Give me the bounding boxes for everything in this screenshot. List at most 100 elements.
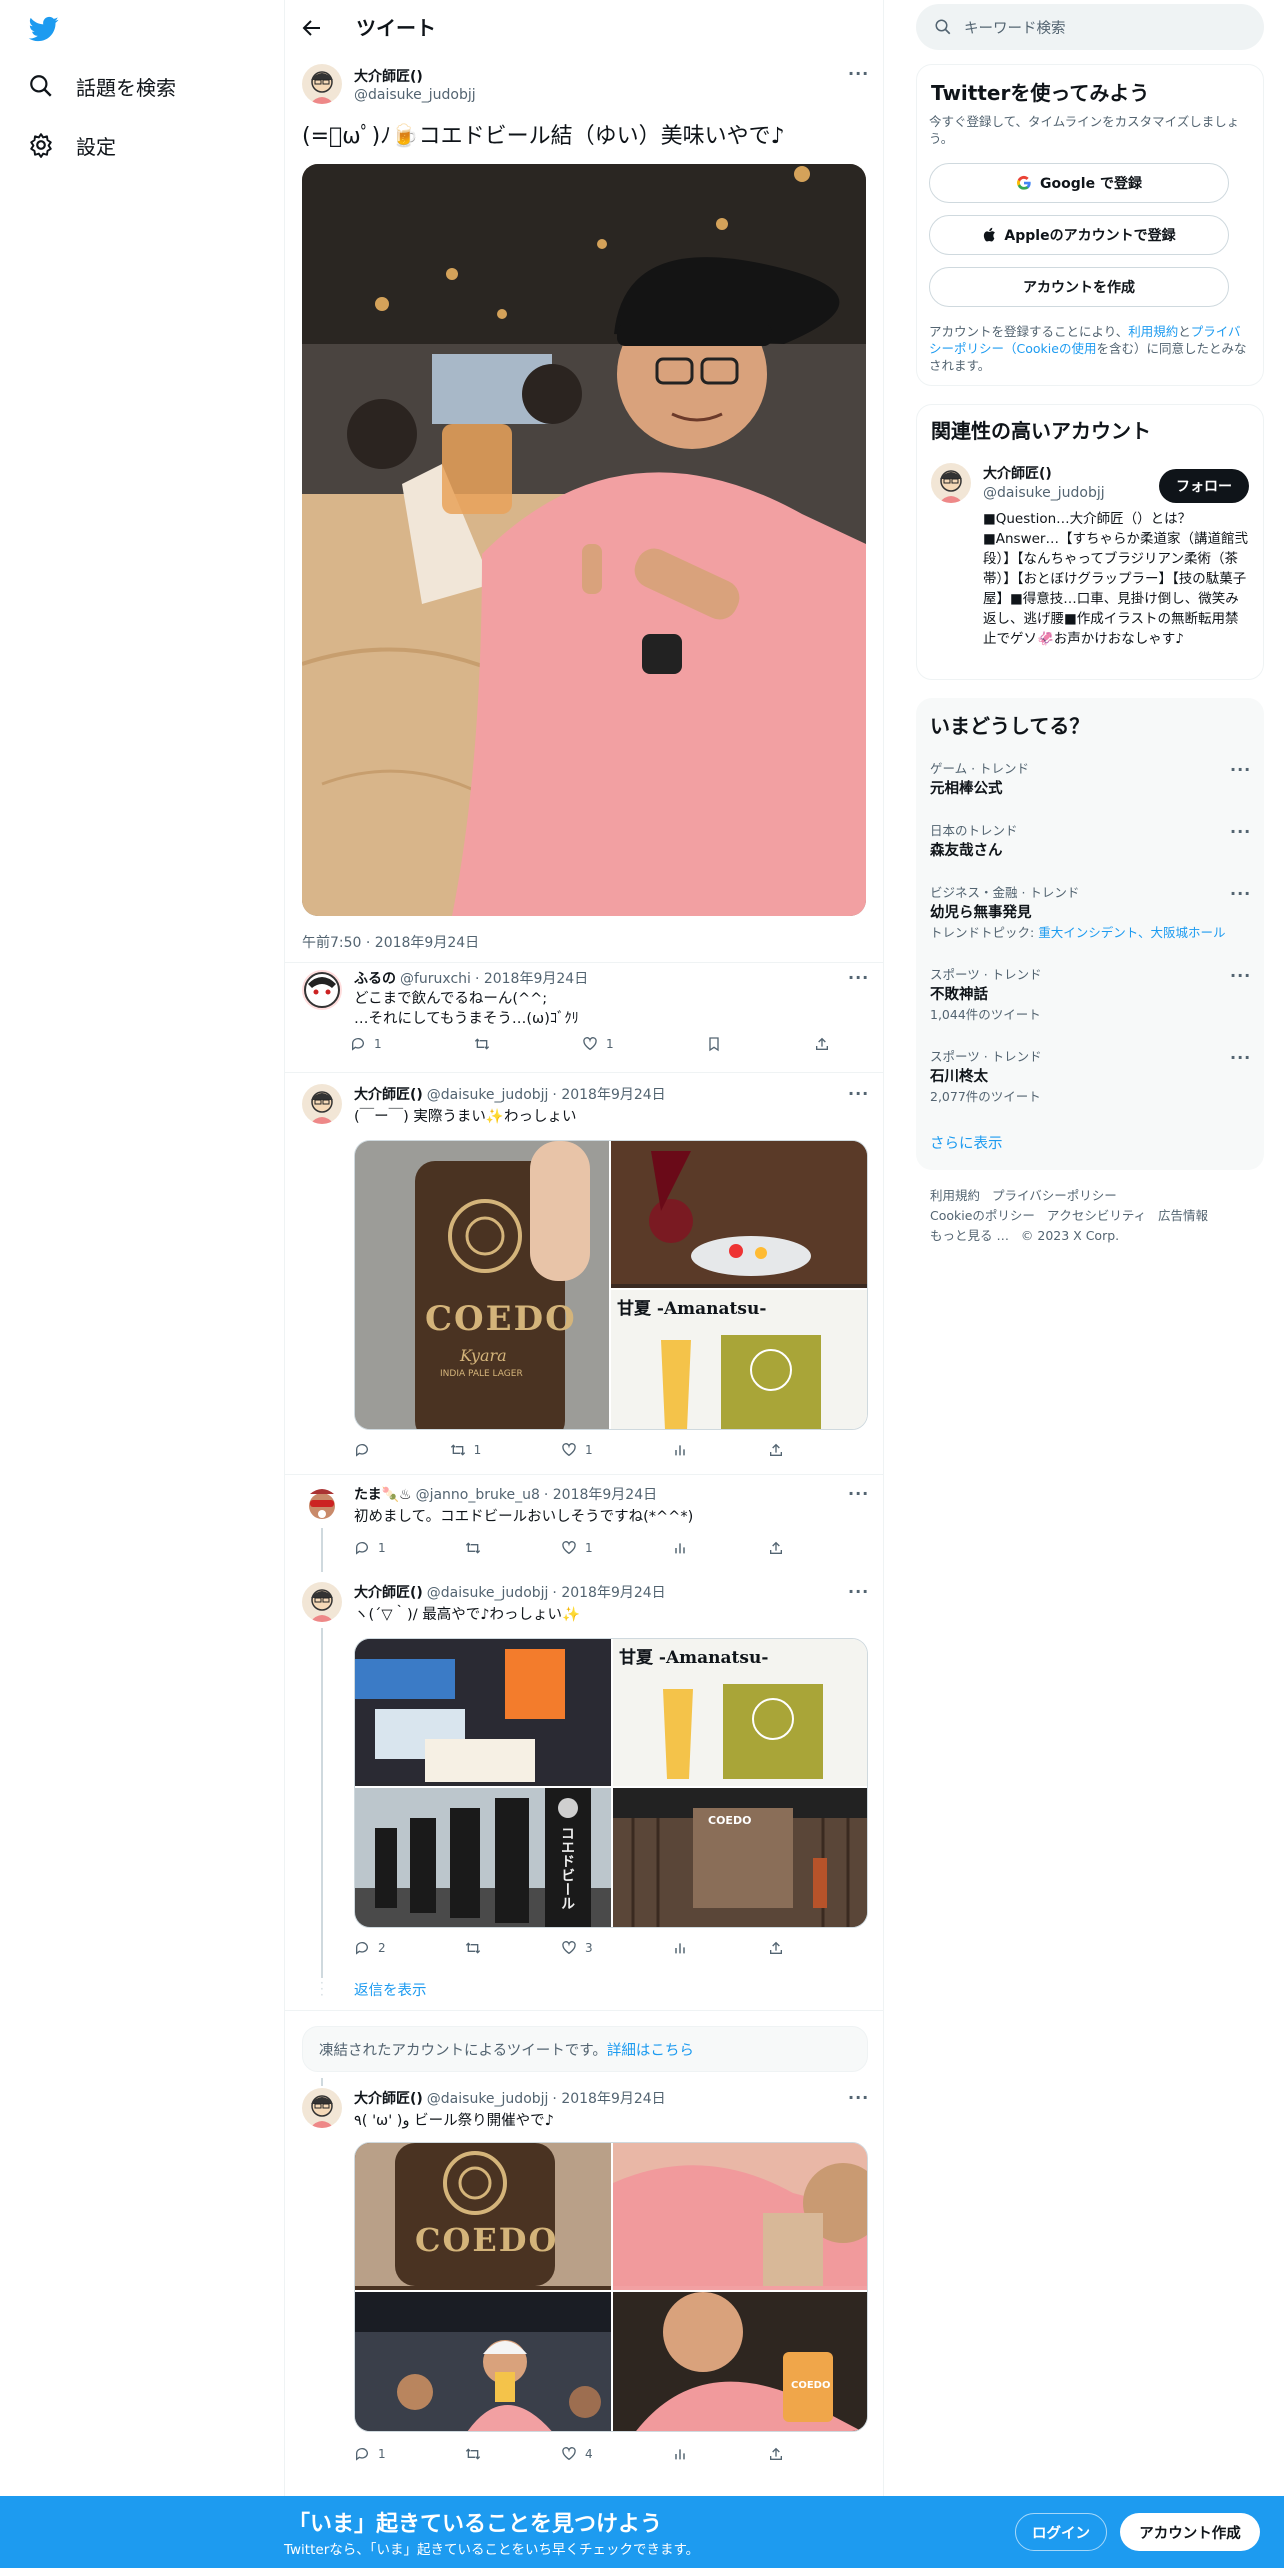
photo-can[interactable]: COEDO	[355, 2143, 611, 2290]
trend-topic-link[interactable]: 重大インシデント、大阪城ホール	[1038, 925, 1225, 940]
avatar[interactable]	[302, 1484, 342, 1524]
photo-bar-counter[interactable]	[355, 1639, 611, 1786]
more-icon[interactable]: ···	[848, 1582, 869, 1601]
more-icon[interactable]: ···	[848, 1084, 869, 1103]
search-bar[interactable]: キーワード検索	[916, 4, 1264, 50]
more-icon[interactable]: ···	[1230, 822, 1251, 841]
reply-handle[interactable]: @daisuke_judobjj	[427, 1087, 549, 1103]
avatar[interactable]	[302, 1582, 342, 1622]
retweet-button[interactable]	[465, 1540, 481, 1556]
photo-banners[interactable]: コエドビール	[355, 1788, 611, 1927]
cookie-link[interactable]: （Cookieの使用	[1004, 341, 1096, 356]
reply-button[interactable]: 1	[350, 1036, 382, 1052]
like-button[interactable]: 1	[561, 1540, 593, 1556]
photo-amanatsu[interactable]: 甘夏 -Amanatsu-	[611, 1290, 867, 1429]
photo-crowd[interactable]	[355, 2292, 611, 2431]
avatar[interactable]	[302, 970, 342, 1010]
bookmark-button[interactable]	[706, 1036, 722, 1052]
analytics-button[interactable]	[672, 2446, 688, 2462]
analytics-button[interactable]	[672, 1442, 688, 1458]
footer-more-link[interactable]: もっと見る …	[930, 1228, 1009, 1243]
reply-handle[interactable]: @daisuke_judobjj	[427, 1585, 549, 1601]
main-tweet-timestamp[interactable]: 午前7:50 · 2018年9月24日	[302, 932, 479, 952]
footer-terms-link[interactable]: 利用規約	[930, 1188, 980, 1203]
back-arrow-icon[interactable]	[300, 16, 324, 40]
show-replies-link[interactable]: 返信を表示	[354, 1979, 427, 2000]
login-button[interactable]: ログイン	[1015, 2513, 1107, 2551]
main-tweet-name[interactable]: 大介師匠()	[354, 66, 423, 86]
share-button[interactable]	[768, 1540, 784, 1556]
reply-handle[interactable]: @janno_bruke_u8	[416, 1487, 540, 1503]
trend-item[interactable]: 日本のトレンド 森友哉さん	[930, 820, 1250, 860]
photo-can[interactable]: COEDO Kyara INDIA PALE LAGER	[355, 1141, 609, 1429]
reply-name[interactable]: ふるの	[354, 968, 396, 988]
more-icon[interactable]: ···	[848, 2088, 869, 2107]
photo-amanatsu[interactable]: 甘夏 -Amanatsu-	[613, 1639, 867, 1786]
like-button[interactable]: 1	[582, 1036, 614, 1052]
like-button[interactable]: 4	[561, 2446, 593, 2462]
more-icon[interactable]: ···	[1230, 1048, 1251, 1067]
related-handle[interactable]: @daisuke_judobjj	[983, 485, 1105, 501]
media-grid[interactable]: COEDO COEDO	[354, 2142, 868, 2432]
nav-settings[interactable]: 設定	[28, 125, 116, 165]
like-button[interactable]: 3	[561, 1940, 593, 1956]
related-name[interactable]: 大介師匠()	[983, 463, 1052, 483]
reply-date[interactable]: · 2018年9月24日	[552, 2088, 665, 2108]
reply-date[interactable]: · 2018年9月24日	[552, 1582, 665, 1602]
media-grid[interactable]: 甘夏 -Amanatsu- コエドビール COEDO	[354, 1638, 868, 1928]
trend-item[interactable]: ゲーム · トレンド 元相棒公式	[930, 758, 1250, 798]
create-account-button[interactable]: アカウントを作成	[929, 267, 1229, 307]
media-grid[interactable]: COEDO Kyara INDIA PALE LAGER 甘夏 -Amanats…	[354, 1140, 868, 1430]
avatar[interactable]	[302, 64, 342, 104]
reply-button[interactable]	[354, 1442, 370, 1458]
avatar[interactable]	[302, 1084, 342, 1124]
trend-item[interactable]: スポーツ · トレンド 石川柊太 2,077件のツイート	[930, 1046, 1250, 1105]
terms-link[interactable]: 利用規約	[1128, 324, 1178, 339]
more-icon[interactable]: ···	[1230, 884, 1251, 903]
retweet-button[interactable]	[474, 1036, 490, 1052]
main-tweet-handle[interactable]: @daisuke_judobjj	[354, 87, 476, 103]
share-button[interactable]	[814, 1036, 830, 1052]
analytics-button[interactable]	[672, 1540, 688, 1556]
avatar[interactable]	[931, 463, 971, 503]
more-icon[interactable]: ···	[1230, 966, 1251, 985]
reply-name[interactable]: 大介師匠()	[354, 2088, 423, 2108]
signup-button[interactable]: アカウント作成	[1120, 2513, 1260, 2551]
like-button[interactable]: 1	[561, 1442, 593, 1458]
photo-glasses[interactable]	[611, 1141, 867, 1288]
search-input[interactable]: キーワード検索	[964, 17, 1066, 38]
reply-button[interactable]: 1	[354, 2446, 386, 2462]
trend-item[interactable]: ビジネス・金融 · トレンド 幼児ら無事発見 トレンドトピック: 重大インシデン…	[930, 882, 1260, 941]
photo-shop[interactable]: COEDO	[613, 1788, 867, 1927]
reply-handle[interactable]: @daisuke_judobjj	[427, 2091, 549, 2107]
reply-name[interactable]: たま🍡♨	[354, 1484, 412, 1504]
reply-date[interactable]: · 2018年9月24日	[475, 968, 588, 988]
reply-date[interactable]: · 2018年9月24日	[552, 1084, 665, 1104]
share-button[interactable]	[768, 1940, 784, 1956]
footer-privacy-link[interactable]: プライバシーポリシー	[992, 1188, 1117, 1203]
reply-handle[interactable]: @furuxchi	[400, 971, 471, 987]
retweet-button[interactable]	[465, 2446, 481, 2462]
reply-date[interactable]: · 2018年9月24日	[544, 1484, 657, 1504]
twitter-bird-logo-icon[interactable]	[28, 14, 60, 44]
avatar[interactable]	[302, 2088, 342, 2128]
share-button[interactable]	[768, 1442, 784, 1458]
footer-ads-link[interactable]: 広告情報	[1158, 1208, 1208, 1223]
photo-selfie-beer[interactable]: COEDO	[613, 2292, 867, 2431]
analytics-button[interactable]	[672, 1940, 688, 1956]
more-icon[interactable]: ···	[848, 64, 869, 83]
nav-explore[interactable]: 話題を検索	[28, 66, 176, 106]
follow-button[interactable]: フォロー	[1159, 469, 1249, 503]
share-button[interactable]	[768, 2446, 784, 2462]
photo-selfie[interactable]	[613, 2143, 867, 2290]
more-icon[interactable]: ···	[1230, 760, 1251, 779]
reply-name[interactable]: 大介師匠()	[354, 1582, 423, 1602]
footer-cookie-link[interactable]: Cookieのポリシー	[930, 1208, 1035, 1223]
reply-button[interactable]: 2	[354, 1940, 386, 1956]
reply-button[interactable]: 1	[354, 1540, 386, 1556]
footer-accessibility-link[interactable]: アクセシビリティ	[1047, 1208, 1146, 1223]
reply-name[interactable]: 大介師匠()	[354, 1084, 423, 1104]
more-icon[interactable]: ···	[848, 1484, 869, 1503]
apple-signup-button[interactable]: Appleのアカウントで登録	[929, 215, 1229, 255]
retweet-button[interactable]	[465, 1940, 481, 1956]
